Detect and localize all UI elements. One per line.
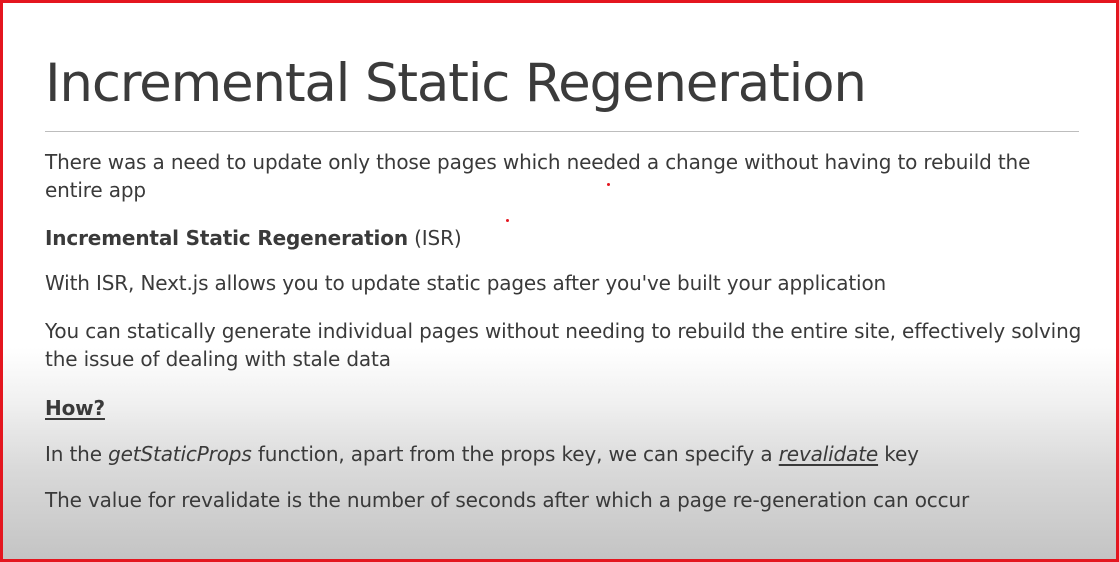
presentation-slide: Incremental Static Regeneration There wa… xyxy=(0,0,1119,562)
isr-description: With ISR, Next.js allows you to update s… xyxy=(45,271,887,295)
isr-definition: Incremental Static Regeneration (ISR) xyxy=(45,224,1085,252)
laser-pointer-dot-trail xyxy=(506,219,509,222)
isr-abbreviation: (ISR) xyxy=(407,226,462,250)
revalidate-value-paragraph: The value for revalidate is the number o… xyxy=(45,488,970,512)
intro-paragraph: There was a need to update only those pa… xyxy=(45,150,1031,202)
how-heading-text: How? xyxy=(45,396,105,420)
static-generation-paragraph: You can statically generate individual p… xyxy=(45,319,1082,371)
p6-middle: function, apart from the props key, we c… xyxy=(251,442,779,466)
how-heading: How? xyxy=(45,394,1085,422)
function-name: getStaticProps xyxy=(108,442,252,466)
isr-term: Incremental Static Regeneration xyxy=(45,226,408,250)
laser-pointer-dot xyxy=(607,183,610,186)
p6-suffix: key xyxy=(878,442,919,466)
revalidate-term: revalidate xyxy=(778,442,879,466)
p6-prefix: In the xyxy=(45,442,109,466)
revalidate-key-paragraph: In the getStaticProps function, apart fr… xyxy=(45,440,1085,468)
title-divider xyxy=(45,131,1079,132)
slide-title: Incremental Static Regeneration xyxy=(45,53,867,114)
